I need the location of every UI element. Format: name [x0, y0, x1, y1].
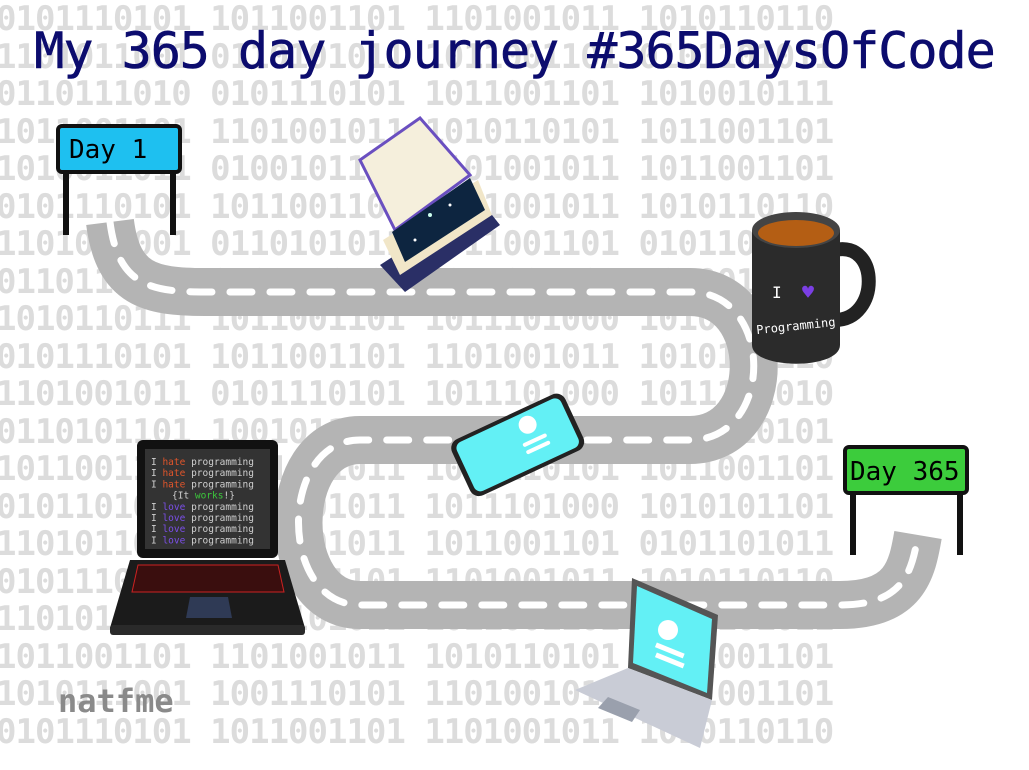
coffee-mug-illustration: I ♥ Programming [752, 212, 876, 364]
brand-watermark: natfme [58, 682, 174, 720]
code-line: I love programming [151, 513, 254, 524]
laptop-code-lines: I hate programmingI hate programmingI ha… [151, 457, 254, 546]
code-line: I hate programming [151, 468, 254, 479]
journey-scene: Day 1 Day 365 I ♥ Programming I hate pro… [56, 116, 969, 748]
code-line: I love programming [151, 524, 254, 535]
dark-laptop-illustration: I hate programmingI hate programmingI ha… [110, 440, 305, 635]
start-sign: Day 1 [56, 124, 182, 235]
heart-icon: ♥ [802, 280, 814, 304]
code-line: {It works!} [172, 491, 235, 502]
book-illustration [358, 116, 500, 292]
start-sign-label: Day 1 [69, 135, 147, 165]
end-sign-label: Day 365 [850, 457, 960, 487]
code-line: I love programming [151, 502, 254, 513]
smartphone-illustration [451, 393, 585, 497]
avatar [658, 620, 678, 640]
code-line: I hate programming [151, 479, 254, 490]
page-title: My 365 day journey #365DaysOfCode [34, 22, 996, 81]
code-line: I love programming [151, 535, 254, 546]
mug-text-i: I [772, 283, 782, 302]
code-line: I hate programming [151, 457, 254, 468]
